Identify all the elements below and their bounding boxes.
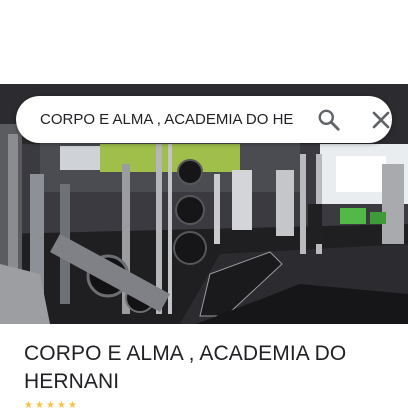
star-icon: ★: [35, 400, 44, 408]
star-icon: ★: [46, 400, 55, 408]
search-input[interactable]: CORPO E ALMA , ACADEMIA DO HE: [40, 96, 296, 143]
top-blank-area: [0, 0, 408, 84]
close-icon[interactable]: [368, 107, 394, 133]
place-title: CORPO E ALMA , ACADEMIA DO HERNANI: [24, 342, 347, 393]
rating-stars[interactable]: ★ ★ ★ ★ ★: [24, 401, 77, 408]
star-icon: ★: [24, 400, 33, 408]
star-icon: ★: [68, 400, 77, 408]
star-icon: ★: [57, 400, 66, 408]
search-bar[interactable]: CORPO E ALMA , ACADEMIA DO HE: [16, 96, 392, 143]
search-icon[interactable]: [316, 107, 342, 133]
